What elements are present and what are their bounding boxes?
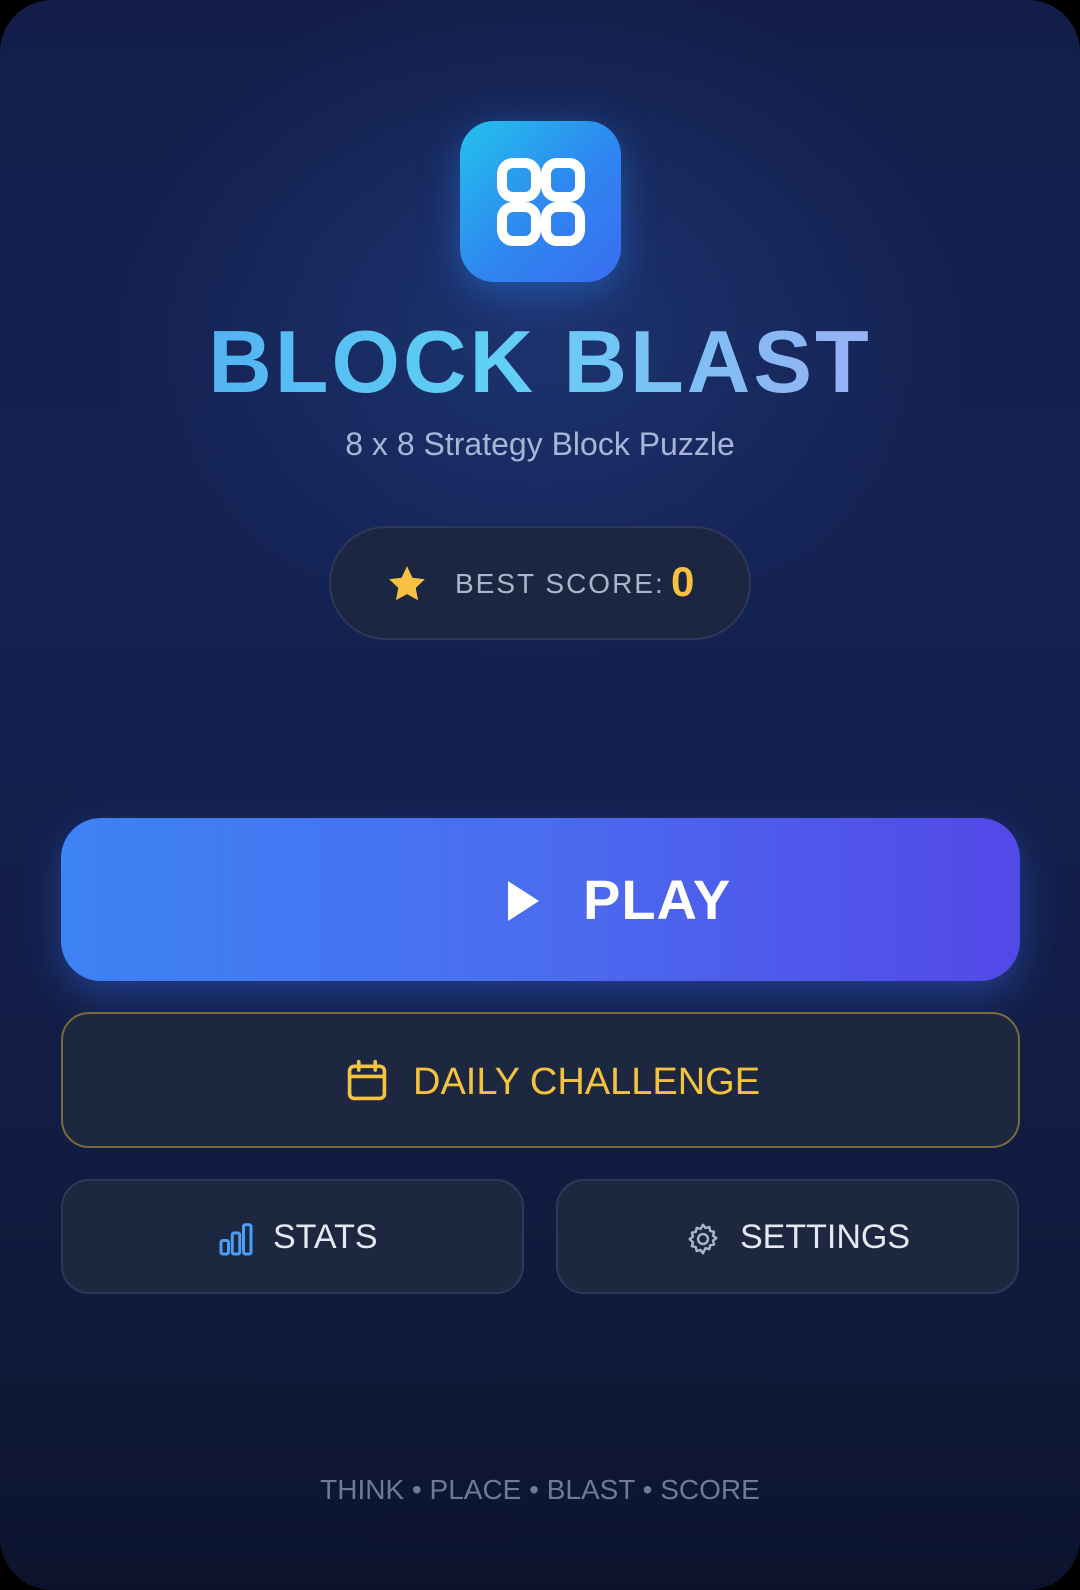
play-icon bbox=[508, 881, 539, 921]
daily-challenge-label: DAILY CHALLENGE bbox=[413, 1061, 761, 1103]
tagline: THINK • PLACE • BLAST • SCORE bbox=[320, 1474, 760, 1505]
daily-challenge-button[interactable]: DAILY CHALLENGE bbox=[61, 1012, 1020, 1148]
app-logo bbox=[460, 121, 621, 282]
best-score-value: 0 bbox=[671, 558, 695, 605]
play-button-label: PLAY bbox=[583, 868, 732, 931]
stats-button[interactable]: STATS bbox=[61, 1179, 524, 1294]
game-title: BLOCK BLAST bbox=[0, 312, 1080, 412]
settings-button[interactable]: SETTINGS bbox=[556, 1179, 1019, 1294]
main-menu-screen: BLOCK BLAST 8 x 8 Strategy Block Puzzle … bbox=[0, 0, 1080, 1590]
play-button[interactable]: PLAY bbox=[61, 818, 1020, 981]
block-grid-icon bbox=[497, 158, 585, 246]
star-icon bbox=[389, 566, 425, 601]
settings-label: SETTINGS bbox=[740, 1218, 911, 1256]
best-score-badge: BEST SCORE: 0 bbox=[329, 526, 751, 640]
bar-chart-icon bbox=[219, 1223, 253, 1256]
best-score-label: BEST SCORE: bbox=[455, 568, 665, 599]
gear-icon bbox=[688, 1223, 718, 1255]
stats-label: STATS bbox=[273, 1218, 378, 1256]
calendar-icon bbox=[347, 1059, 387, 1101]
game-subtitle: 8 x 8 Strategy Block Puzzle bbox=[345, 426, 735, 462]
